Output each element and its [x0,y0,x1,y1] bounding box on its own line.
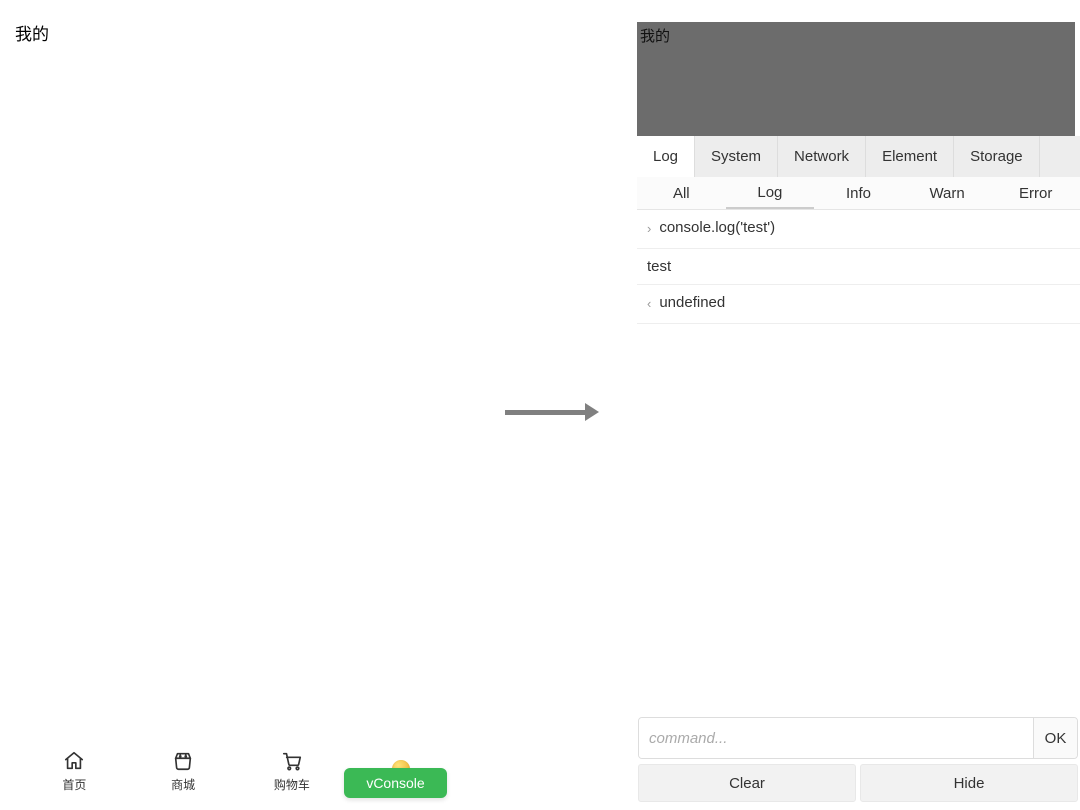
dimmed-backdrop: 我的 [637,22,1075,136]
log-filter-tabs: All Log Info Warn Error [637,177,1080,210]
log-text: test [647,258,671,275]
store-icon [171,749,195,773]
tab-network[interactable]: Network [778,136,866,177]
tabbar-item-cart[interactable]: 购物车 [238,749,347,793]
tabbar-item-label: 购物车 [274,776,310,793]
clear-button[interactable]: Clear [638,764,856,802]
tab-storage[interactable]: Storage [954,136,1040,177]
command-bar: OK [638,717,1078,759]
tabbar-item-store[interactable]: 商城 [129,749,238,793]
filter-warn[interactable]: Warn [903,177,992,209]
tabbar-item-label: 商城 [171,776,195,793]
log-entry-input[interactable]: › console.log('test') [637,210,1080,249]
tab-system[interactable]: System [695,136,778,177]
home-icon [62,749,86,773]
ok-button[interactable]: OK [1033,718,1077,758]
vconsole-tabs: Log System Network Element Storage [637,136,1080,177]
filter-log[interactable]: Log [726,177,815,209]
arrow-icon [505,403,599,421]
hide-button[interactable]: Hide [860,764,1078,802]
vconsole-footer: Clear Hide [638,764,1078,802]
app-before: 我的 首页 商城 购物车 [0,0,455,810]
caret-right-icon: › [647,219,651,239]
log-text: console.log('test') [659,219,775,239]
log-entry-return[interactable]: ‹ undefined [637,285,1080,324]
log-text: undefined [659,294,725,314]
tabbar-item-label: 首页 [62,776,86,793]
tab-log[interactable]: Log [637,136,695,177]
page-title: 我的 [640,25,670,46]
page-title: 我的 [15,20,49,45]
log-list: › console.log('test') test ‹ undefined [637,210,1080,324]
app-after: 我的 Log System Network Element Storage Al… [637,0,1080,810]
tab-element[interactable]: Element [866,136,954,177]
log-entry-output[interactable]: test [637,249,1080,285]
cart-icon [280,749,304,773]
caret-left-icon: ‹ [647,294,651,314]
filter-all[interactable]: All [637,177,726,209]
filter-info[interactable]: Info [814,177,903,209]
tabbar-item-home[interactable]: 首页 [20,749,129,793]
vconsole-button[interactable]: vConsole [344,768,447,798]
filter-error[interactable]: Error [991,177,1080,209]
command-input[interactable] [639,718,1033,758]
